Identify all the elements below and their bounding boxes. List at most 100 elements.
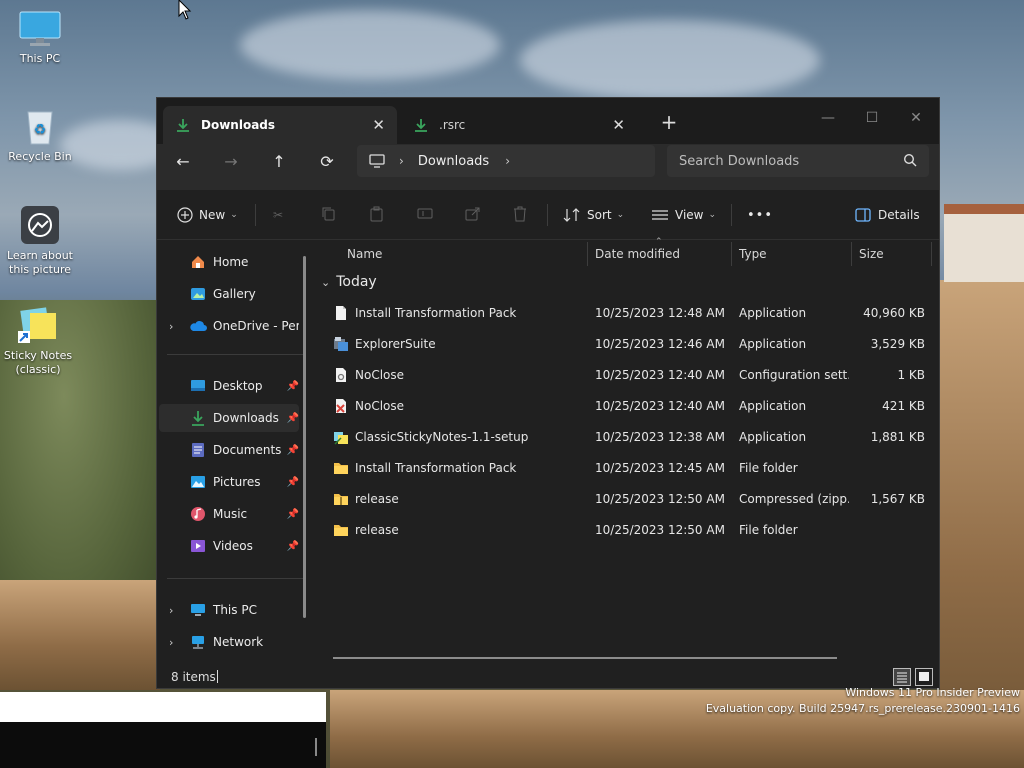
- chevron-right-icon[interactable]: ›: [169, 636, 173, 649]
- table-row[interactable]: ClassicStickyNotes-1.1-setup 10/25/2023 …: [315, 422, 933, 453]
- search-input[interactable]: Search Downloads: [667, 145, 929, 177]
- sidebar-scrollbar[interactable]: [303, 256, 306, 618]
- pin-icon[interactable]: 📌: [287, 509, 299, 520]
- details-view-button[interactable]: [893, 668, 911, 686]
- app-icon: [336, 399, 346, 413]
- paste-button[interactable]: [369, 200, 384, 230]
- sidebar-item-network[interactable]: › Network: [159, 628, 299, 656]
- terminal-scrollbar[interactable]: [315, 738, 317, 756]
- back-button[interactable]: ←: [167, 146, 199, 176]
- svg-text:♻: ♻: [34, 122, 47, 138]
- desktop-icon-learn-about[interactable]: Learn about this picture: [2, 205, 78, 277]
- refresh-button[interactable]: ⟳: [311, 146, 343, 176]
- column-divider[interactable]: [931, 242, 932, 266]
- close-tab-icon[interactable]: ✕: [612, 116, 625, 134]
- sidebar-item-home[interactable]: Home: [159, 248, 299, 276]
- pin-icon[interactable]: 📌: [287, 413, 299, 424]
- town-building: [944, 212, 1024, 282]
- file-date: 10/25/2023 12:45 AM: [595, 461, 725, 475]
- minimize-button[interactable]: —: [805, 104, 851, 132]
- copy-button[interactable]: [321, 200, 336, 230]
- details-pane-button[interactable]: Details: [855, 200, 920, 230]
- this-pc-icon: [189, 601, 207, 619]
- breadcrumb-downloads[interactable]: Downloads: [418, 154, 489, 169]
- sidebar-item-gallery[interactable]: Gallery: [159, 280, 299, 308]
- table-row[interactable]: ExplorerSuite 10/25/2023 12:46 AM Applic…: [315, 329, 933, 360]
- sticky-notes-icon: [16, 305, 60, 345]
- up-button[interactable]: ↑: [263, 146, 295, 176]
- sidebar-item-downloads[interactable]: Downloads 📌: [159, 404, 299, 432]
- sidebar-item-videos[interactable]: Videos 📌: [159, 532, 299, 560]
- column-divider[interactable]: [587, 242, 588, 266]
- zip-folder-icon: [334, 494, 348, 505]
- tab-downloads[interactable]: Downloads ✕: [163, 106, 397, 144]
- sidebar-item-desktop[interactable]: Desktop 📌: [159, 372, 299, 400]
- desktop-icon-this-pc[interactable]: This PC: [2, 8, 78, 66]
- close-tab-icon[interactable]: ✕: [372, 116, 385, 134]
- terminal-body[interactable]: [0, 722, 326, 768]
- divider: [547, 204, 548, 226]
- tab-rsrc[interactable]: .rsrc ✕: [401, 106, 637, 144]
- sidebar-item-documents[interactable]: Documents 📌: [159, 436, 299, 464]
- column-divider[interactable]: [731, 242, 732, 266]
- cut-button[interactable]: ✂: [273, 200, 283, 230]
- file-name: Install Transformation Pack: [355, 306, 517, 320]
- chevron-right-icon[interactable]: ›: [505, 154, 510, 168]
- maximize-button[interactable]: ☐: [849, 104, 895, 132]
- horizontal-scrollbar[interactable]: [333, 657, 837, 659]
- new-tab-button[interactable]: +: [657, 110, 681, 134]
- desktop-icon-recycle-bin[interactable]: ♻ Recycle Bin: [2, 106, 78, 164]
- downloads-icon: [189, 409, 207, 427]
- table-row[interactable]: NoClose 10/25/2023 12:40 AM Configuratio…: [315, 360, 933, 391]
- column-name[interactable]: Name: [347, 247, 382, 261]
- more-options-button[interactable]: •••: [747, 200, 773, 230]
- desktop-icon-sticky-notes[interactable]: Sticky Notes (classic): [0, 305, 76, 377]
- group-header-today[interactable]: ⌄ Today: [321, 274, 377, 290]
- clipboard-icon: [369, 206, 384, 225]
- column-type[interactable]: Type: [739, 247, 767, 261]
- forward-button[interactable]: →: [215, 146, 247, 176]
- folder-icon: [334, 525, 348, 536]
- table-row[interactable]: Install Transformation Pack 10/25/2023 1…: [315, 298, 933, 329]
- file-size: 1,881 KB: [870, 430, 925, 444]
- terminal-titlebar[interactable]: [0, 692, 326, 722]
- pin-icon[interactable]: 📌: [287, 381, 299, 392]
- sidebar-item-onedrive[interactable]: › OneDrive - Perso: [159, 312, 299, 340]
- chevron-down-icon: ⌄: [616, 210, 625, 220]
- sidebar-item-music[interactable]: Music 📌: [159, 500, 299, 528]
- monitor-icon: [18, 8, 62, 48]
- details-label: Details: [878, 208, 920, 222]
- rename-button[interactable]: [417, 200, 433, 230]
- new-label: New: [199, 208, 226, 222]
- file-name: NoClose: [355, 399, 405, 413]
- column-size[interactable]: Size: [859, 247, 884, 261]
- sort-icon: [563, 208, 581, 222]
- share-button[interactable]: [465, 200, 481, 230]
- file-size: 1 KB: [897, 368, 925, 382]
- sidebar-item-this-pc[interactable]: › This PC: [159, 596, 299, 624]
- sort-button[interactable]: Sort ⌄: [563, 200, 624, 230]
- file-type: Application: [739, 399, 807, 413]
- command-bar: New ⌄ ✂ Sort ⌄ View ⌄ ••• Details: [157, 190, 939, 240]
- pin-icon[interactable]: 📌: [287, 477, 299, 488]
- table-row[interactable]: NoClose 10/25/2023 12:40 AM Application …: [315, 391, 933, 422]
- chevron-right-icon[interactable]: ›: [169, 604, 173, 617]
- share-icon: [465, 206, 481, 224]
- table-row[interactable]: release 10/25/2023 12:50 AM File folder: [315, 515, 933, 546]
- rename-icon: [417, 206, 433, 224]
- table-row[interactable]: Install Transformation Pack 10/25/2023 1…: [315, 453, 933, 484]
- view-button[interactable]: View ⌄: [651, 200, 716, 230]
- sidebar-item-pictures[interactable]: Pictures 📌: [159, 468, 299, 496]
- column-date-modified[interactable]: Date modified: [595, 247, 680, 261]
- table-row[interactable]: release 10/25/2023 12:50 AM Compressed (…: [315, 484, 933, 515]
- address-bar[interactable]: › Downloads ›: [357, 145, 655, 177]
- column-divider[interactable]: [851, 242, 852, 266]
- close-window-button[interactable]: ✕: [893, 104, 939, 132]
- pin-icon[interactable]: 📌: [287, 541, 299, 552]
- onedrive-icon: [189, 317, 207, 335]
- new-button[interactable]: New ⌄: [177, 200, 238, 230]
- tiles-view-button[interactable]: [915, 668, 933, 686]
- pin-icon[interactable]: 📌: [287, 445, 299, 456]
- chevron-right-icon[interactable]: ›: [169, 320, 173, 333]
- delete-button[interactable]: [513, 200, 527, 230]
